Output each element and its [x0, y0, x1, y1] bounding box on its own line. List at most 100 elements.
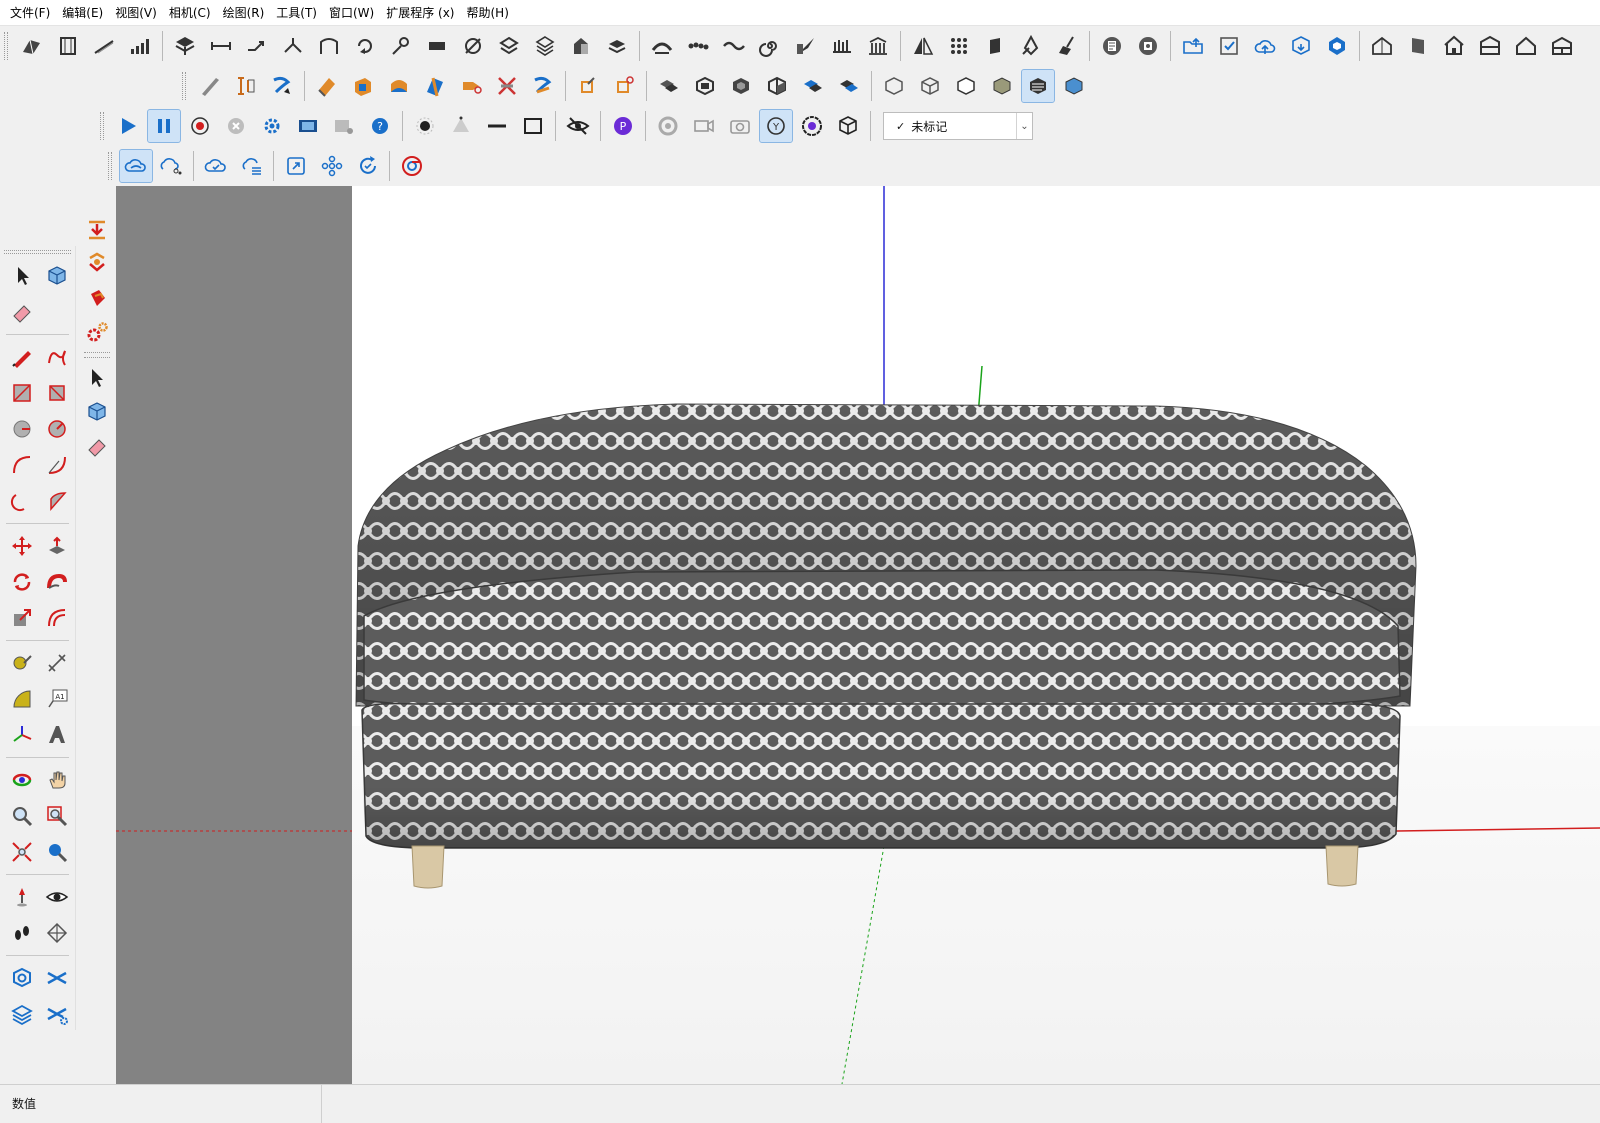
rotate-tool-icon[interactable]: [6, 566, 38, 598]
3d-text-icon[interactable]: [42, 719, 74, 751]
sandbox-icon[interactable]: [16, 30, 48, 62]
push-pull-icon[interactable]: [42, 530, 74, 562]
model-viewport[interactable]: [116, 186, 1600, 1084]
pen-nib-icon[interactable]: [1015, 30, 1047, 62]
hide-eye-icon[interactable]: [562, 110, 594, 142]
film-strip-icon[interactable]: [292, 110, 324, 142]
menu-view[interactable]: 视图(V): [109, 0, 163, 26]
menu-extensions[interactable]: 扩展程序 (x): [380, 0, 460, 26]
solid-outer-shell-icon[interactable]: [833, 70, 865, 102]
house-back-icon[interactable]: [1546, 30, 1578, 62]
menu-window[interactable]: 窗口(W): [323, 0, 380, 26]
extrude-edge-icon[interactable]: [311, 70, 343, 102]
ext-layers-icon[interactable]: [6, 998, 38, 1030]
shell-box-icon[interactable]: [347, 70, 379, 102]
chevron-down-icon[interactable]: ⌄: [1016, 113, 1032, 139]
menu-camera[interactable]: 相机(C): [163, 0, 217, 26]
resize-frame-icon[interactable]: [280, 150, 312, 182]
play-icon[interactable]: [112, 110, 144, 142]
cloud-list-icon[interactable]: [236, 150, 268, 182]
make-component-icon[interactable]: [42, 260, 74, 292]
cube-export-icon[interactable]: [832, 110, 864, 142]
house-outline-icon[interactable]: [1510, 30, 1542, 62]
cloud-nodes-icon[interactable]: [156, 150, 188, 182]
layers-diamond-icon[interactable]: [529, 30, 561, 62]
position-camera-icon[interactable]: [6, 881, 38, 913]
knife-cut-icon[interactable]: [790, 30, 822, 62]
point-icon[interactable]: [409, 110, 441, 142]
refresh-check-icon[interactable]: [352, 150, 384, 182]
toolbar-grip[interactable]: [100, 112, 104, 140]
chrome-icon[interactable]: [396, 150, 428, 182]
select-arrow-icon[interactable]: [81, 362, 113, 394]
import-down-icon[interactable]: [81, 214, 113, 246]
shield-chevron-icon[interactable]: [81, 248, 113, 280]
spiral-icon[interactable]: [754, 30, 786, 62]
stop-icon[interactable]: [220, 110, 252, 142]
column-building-icon[interactable]: [862, 30, 894, 62]
arc-tool-icon[interactable]: [6, 449, 38, 481]
axes-tool-icon[interactable]: [6, 719, 38, 751]
three-point-arc-icon[interactable]: [6, 485, 38, 517]
dimension-line-icon[interactable]: [205, 30, 237, 62]
bead-chain-icon[interactable]: [682, 30, 714, 62]
layer-stack-icon[interactable]: [169, 30, 201, 62]
model-info-icon[interactable]: [1096, 30, 1128, 62]
trimble-logo-icon[interactable]: [1321, 30, 1353, 62]
dot-grid-icon[interactable]: [943, 30, 975, 62]
solid-subtract-icon[interactable]: [689, 70, 721, 102]
house-cut-icon[interactable]: [565, 30, 597, 62]
beam-tool-icon[interactable]: [194, 70, 226, 102]
eraser-icon[interactable]: [6, 296, 38, 328]
pie-tool-icon[interactable]: [42, 485, 74, 517]
orbit-icon[interactable]: [6, 764, 38, 796]
rectangle-tool-icon[interactable]: [6, 377, 38, 409]
zoom-icon[interactable]: [6, 800, 38, 832]
solid-split-icon[interactable]: [797, 70, 829, 102]
stairs-line-icon[interactable]: [88, 30, 120, 62]
style-shaded-icon[interactable]: [986, 70, 1018, 102]
zoom-window-icon[interactable]: [42, 800, 74, 832]
cloud-check-icon[interactable]: [200, 150, 232, 182]
checkbox-icon[interactable]: [1213, 30, 1245, 62]
cloud-link-icon[interactable]: [118, 149, 153, 183]
fold-face-icon[interactable]: [419, 70, 451, 102]
ext-swap-icon[interactable]: [42, 962, 74, 994]
molecule-icon[interactable]: [316, 150, 348, 182]
follow-path-icon[interactable]: [266, 70, 298, 102]
look-around-eye-icon[interactable]: [42, 881, 74, 913]
previous-view-icon[interactable]: [42, 836, 74, 868]
toolbar-grip[interactable]: [4, 32, 8, 60]
style-hidden-line-icon[interactable]: [950, 70, 982, 102]
badge-gear-icon[interactable]: [796, 110, 828, 142]
branch-icon[interactable]: [277, 30, 309, 62]
stack-tilt-icon[interactable]: [601, 30, 633, 62]
menu-tools[interactable]: 工具(T): [270, 0, 323, 26]
walk-footprints-icon[interactable]: [6, 917, 38, 949]
toolbar-grip[interactable]: [182, 72, 186, 100]
solid-trim-icon[interactable]: [761, 70, 793, 102]
rotated-rectangle-icon[interactable]: [42, 377, 74, 409]
sweep-path-icon[interactable]: [527, 70, 559, 102]
follow-me-icon[interactable]: [42, 566, 74, 598]
line-icon[interactable]: [481, 110, 513, 142]
rectangle-icon[interactable]: [517, 110, 549, 142]
tag-dropdown[interactable]: ✓ 未标记 ⌄: [883, 112, 1033, 140]
sofa-leg-right[interactable]: [1325, 845, 1359, 887]
pan-hand-icon[interactable]: [42, 764, 74, 796]
house-front-icon[interactable]: [1438, 30, 1470, 62]
arc-roof-icon[interactable]: [646, 30, 678, 62]
gear-icon[interactable]: [256, 110, 288, 142]
loft-icon[interactable]: [385, 30, 417, 62]
text-tool-icon[interactable]: A1: [42, 683, 74, 715]
select-arrow-icon[interactable]: [6, 260, 38, 292]
menu-draw[interactable]: 绘图(R): [217, 0, 271, 26]
record-icon[interactable]: [184, 110, 216, 142]
bar-steps-icon[interactable]: [124, 30, 156, 62]
sofa-seat-cushion[interactable]: [363, 569, 1401, 713]
help-icon[interactable]: ?: [364, 110, 396, 142]
wave-line-icon[interactable]: [718, 30, 750, 62]
menu-file[interactable]: 文件(F): [4, 0, 56, 26]
cross-cut-icon[interactable]: [491, 70, 523, 102]
broom-icon[interactable]: [1051, 30, 1083, 62]
